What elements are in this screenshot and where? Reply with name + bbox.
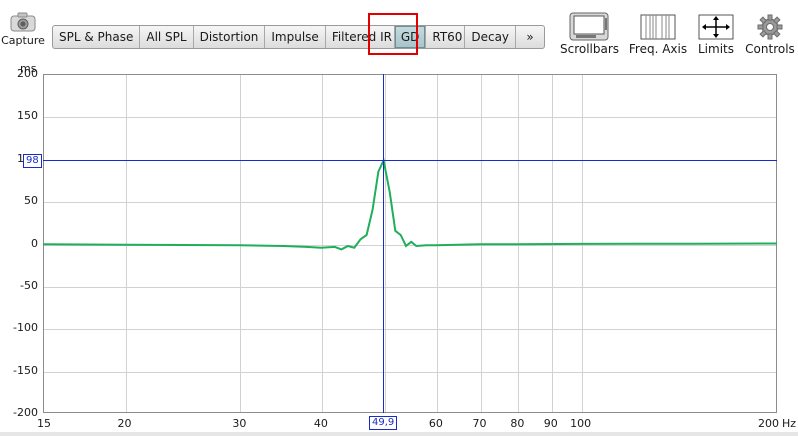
limits-button[interactable]: Limits (694, 12, 738, 56)
cursor-x-readout: 49,9 (369, 416, 398, 430)
x-tick-label: 30 (232, 417, 247, 430)
x-tick-label: 70 (472, 417, 487, 430)
controls-label: Controls (745, 42, 795, 56)
y-tick-label: -150 (13, 363, 38, 377)
cursor-vertical-line[interactable] (383, 74, 384, 413)
limits-arrows-icon (698, 12, 734, 42)
tab-filtered-ir[interactable]: Filtered IR (326, 26, 395, 48)
x-tick-label: 200 (758, 417, 779, 430)
tab-gd[interactable]: GD (394, 26, 427, 48)
x-tick-label: 40 (313, 417, 328, 430)
x-axis-unit: Hz (782, 417, 797, 430)
freq-axis-label: Freq. Axis (628, 42, 688, 56)
cursor-horizontal-line[interactable] (43, 160, 777, 161)
x-tick-label: 15 (37, 417, 51, 430)
x-tick-label: 80 (510, 417, 525, 430)
camera-icon (10, 12, 36, 32)
controls-button[interactable]: Controls (744, 12, 796, 56)
tab-rt60[interactable]: RT60 (426, 26, 466, 48)
more-tabs-button[interactable]: » (516, 26, 544, 48)
cursor-y-readout: 98 (23, 154, 42, 168)
y-tick-label: 200 (17, 67, 38, 80)
scrollbars-button[interactable]: Scrollbars (560, 12, 620, 56)
y-tick-label: 0 (31, 236, 38, 250)
capture-label: Capture (1, 34, 45, 47)
group-delay-trace (43, 157, 777, 251)
limits-label: Limits (698, 42, 734, 56)
graph-tabs: SPL & Phase All SPL Distortion Impulse F… (52, 25, 546, 49)
horizontal-scrollbar[interactable] (0, 432, 798, 436)
freq-axis-icon (640, 12, 676, 42)
scrollbars-icon (567, 12, 611, 42)
x-tick-label: 60 (428, 417, 443, 430)
capture-button[interactable]: Capture (0, 12, 46, 47)
tab-impulse[interactable]: Impulse (265, 26, 326, 48)
x-tick-label: 20 (117, 417, 132, 430)
freq-axis-button[interactable]: Freq. Axis (628, 12, 688, 56)
gear-icon (755, 12, 785, 42)
tab-decay[interactable]: Decay (465, 26, 517, 48)
scrollbars-label: Scrollbars (560, 42, 620, 56)
y-tick-label: -200 (13, 406, 38, 419)
trace-line (43, 157, 777, 251)
x-tick-label: 90 (543, 417, 558, 430)
y-tick-label: 150 (17, 109, 38, 123)
y-tick-label: -50 (20, 278, 38, 292)
x-tick-label: 100 (570, 417, 592, 430)
tab-spl-phase[interactable]: SPL & Phase (53, 26, 141, 48)
tab-distortion[interactable]: Distortion (194, 26, 266, 48)
y-tick-label: 50 (24, 194, 38, 208)
tab-all-spl[interactable]: All SPL (140, 26, 194, 48)
y-tick-label: -100 (13, 321, 38, 335)
